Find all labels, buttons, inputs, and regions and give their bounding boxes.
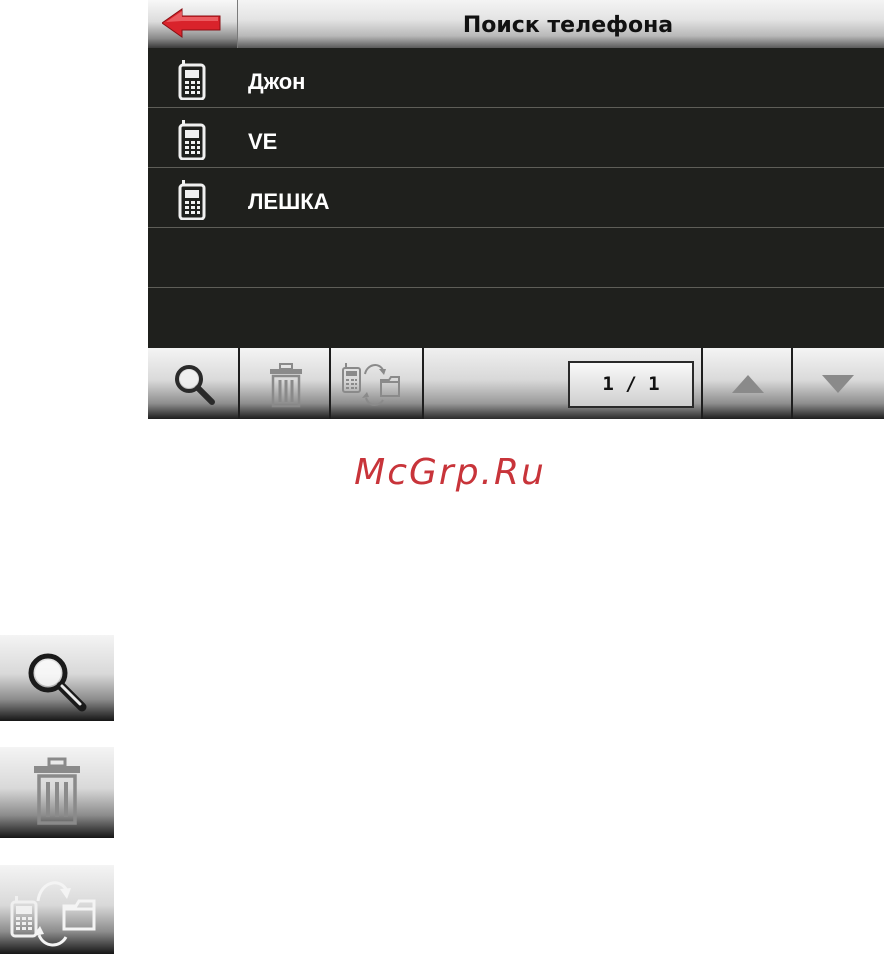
phone-list: Джон VE ЛЕШКА — [148, 48, 884, 348]
phone-name: VE — [248, 129, 278, 154]
scroll-up-button[interactable] — [701, 348, 793, 419]
back-button[interactable] — [148, 0, 238, 48]
empty-list-item — [148, 288, 884, 348]
legend-transfer-button — [0, 865, 114, 954]
scroll-down-button[interactable] — [793, 348, 884, 419]
watermark-text: McGrp.Ru — [354, 452, 546, 493]
mobile-phone-icon — [178, 120, 206, 160]
triangle-down-icon — [822, 375, 854, 393]
list-item[interactable]: ЛЕШКА — [148, 168, 884, 228]
trash-can-icon — [34, 757, 80, 825]
mobile-phone-icon — [178, 180, 206, 220]
title-bar: Поиск телефона — [148, 0, 884, 48]
page-title: Поиск телефона — [462, 13, 674, 38]
mobile-phone-icon — [178, 60, 206, 100]
legend-search-button — [0, 635, 114, 721]
triangle-up-icon — [732, 375, 764, 393]
magnifier-icon — [175, 365, 215, 405]
delete-button[interactable] — [240, 348, 331, 419]
phone-sync-folder-icon — [342, 363, 400, 406]
phone-search-screen: Поиск телефона Джон VE ЛЕШКА 1 / 1 — [148, 0, 884, 419]
trash-can-icon — [270, 363, 302, 408]
transfer-button[interactable] — [331, 348, 424, 419]
list-item[interactable]: VE — [148, 108, 884, 168]
red-arrow-left-icon — [162, 8, 221, 38]
magnifier-icon — [28, 653, 87, 712]
bottom-toolbar: 1 / 1 — [148, 348, 884, 419]
phone-name: Джон — [248, 69, 306, 94]
phone-name: ЛЕШКА — [248, 189, 330, 214]
list-item[interactable]: Джон — [148, 48, 884, 108]
page-indicator: 1 / 1 — [568, 361, 694, 408]
empty-list-item — [148, 228, 884, 288]
search-button[interactable] — [148, 348, 240, 419]
phone-sync-folder-icon — [10, 881, 96, 947]
legend-delete-button — [0, 747, 114, 838]
